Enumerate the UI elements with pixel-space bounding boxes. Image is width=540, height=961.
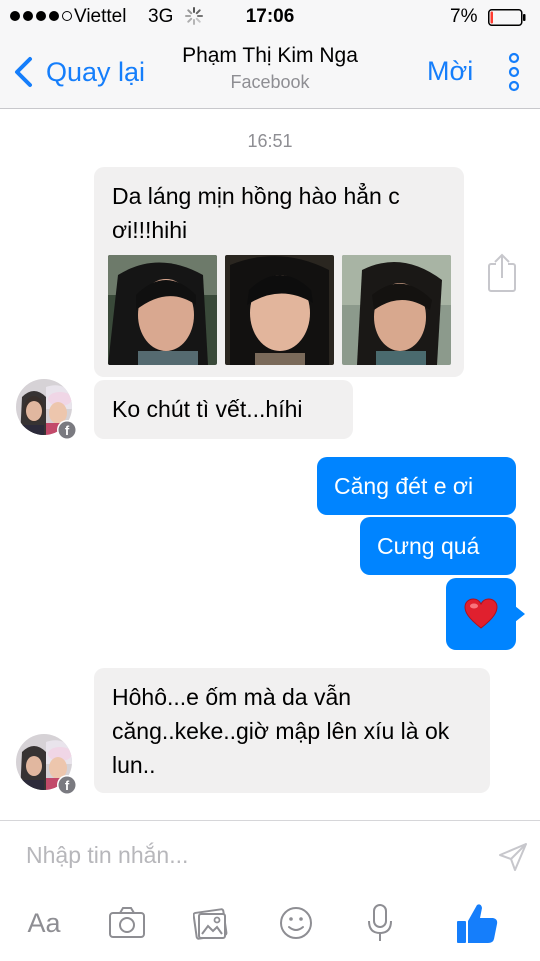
svg-text:f: f <box>65 423 70 438</box>
microphone-icon[interactable] <box>366 901 394 945</box>
message-text: Ko chút tì vết...híhi <box>112 396 303 422</box>
contact-avatar[interactable]: f <box>16 379 78 441</box>
photo-thumbnail[interactable] <box>225 255 334 365</box>
contact-avatar[interactable]: f <box>16 734 78 796</box>
svg-text:f: f <box>65 778 70 793</box>
gallery-icon[interactable] <box>193 901 229 945</box>
photo-thumbnail[interactable] <box>342 255 451 365</box>
message-composer: Aa <box>0 820 540 961</box>
camera-icon[interactable] <box>108 901 146 945</box>
heart-icon <box>464 598 498 629</box>
send-icon[interactable] <box>497 841 529 873</box>
like-icon[interactable] <box>455 901 499 945</box>
text-format-button[interactable]: Aa <box>24 901 64 945</box>
outgoing-message-bubble[interactable] <box>446 578 525 650</box>
message-text: Da láng mịn hồng hào hẳn c ơi!!!hihi <box>112 183 400 243</box>
bubble-tail <box>515 606 525 622</box>
incoming-message-bubble[interactable]: Ko chút tì vết...híhi <box>94 380 353 439</box>
share-icon[interactable] <box>486 252 518 294</box>
message-text: Cưng quá <box>377 533 480 559</box>
battery-percent: 7% <box>450 6 478 27</box>
outgoing-message-bubble[interactable]: Căng đét e ơi <box>317 457 516 515</box>
incoming-message-bubble[interactable]: Hôhô...e ốm mà da vẫn căng..keke..giờ mậ… <box>94 668 490 793</box>
message-timestamp: 16:51 <box>247 131 293 151</box>
message-text: Căng đét e ơi <box>334 473 474 499</box>
status-bar: Viettel 3G 17:06 7% <box>0 0 540 36</box>
outgoing-message-bubble[interactable]: Cưng quá <box>360 517 516 575</box>
message-input[interactable] <box>12 835 510 875</box>
navigation-bar: Quay lại Phạm Thị Kim Nga Facebook Mời <box>0 36 540 109</box>
invite-button[interactable]: Mời <box>427 56 473 87</box>
photo-attachments <box>108 255 451 365</box>
photo-thumbnail[interactable] <box>108 255 217 365</box>
incoming-message-bubble[interactable]: Da láng mịn hồng hào hẳn c ơi!!!hihi <box>94 167 464 377</box>
sticker-icon[interactable] <box>278 901 314 945</box>
more-options-icon[interactable] <box>500 50 528 94</box>
battery-icon <box>488 9 526 26</box>
message-text: Hôhô...e ốm mà da vẫn căng..keke..giờ mậ… <box>112 684 450 778</box>
